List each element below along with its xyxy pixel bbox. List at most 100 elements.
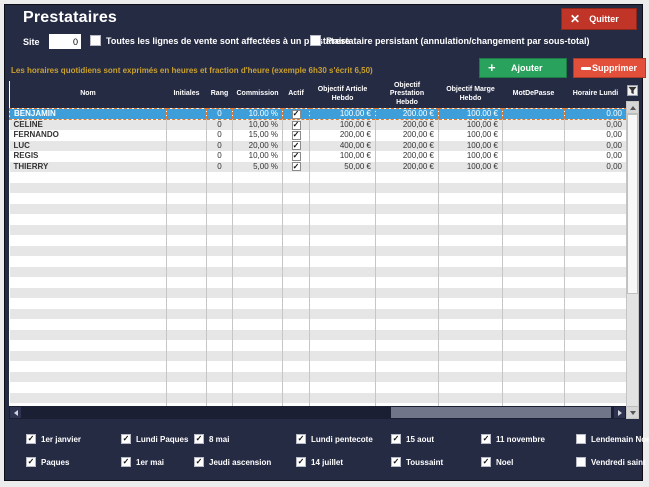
cell-initiales[interactable] (166, 119, 207, 131)
cell-objectif-prestation-hebdo[interactable]: 200,00 € (375, 161, 439, 173)
holiday-15-aout[interactable]: 15 aout (391, 434, 481, 444)
cell-objectif-article-hebdo[interactable]: 100.00 € (309, 108, 376, 121)
cell-actif[interactable] (282, 161, 310, 173)
holiday-checkbox-icon[interactable] (296, 457, 306, 467)
vertical-scrollbar[interactable] (626, 101, 639, 419)
cell-nom[interactable]: THIERRY (9, 161, 167, 173)
cell-objectif-article-hebdo[interactable]: 200,00 € (309, 130, 376, 141)
cell-nom[interactable]: BENJAMIN (9, 108, 167, 121)
column-header-objectif-marge-hebdo[interactable]: Objectif Marge Hebdo (438, 81, 503, 109)
cell-actif[interactable] (282, 119, 310, 131)
holiday-14-juillet[interactable]: 14 juillet (296, 457, 391, 467)
cell-horaire-lundi[interactable]: 0,00 (564, 140, 627, 152)
vertical-scrollbar-thumb[interactable] (627, 114, 638, 294)
horizontal-scrollbar[interactable] (9, 406, 626, 419)
cell-objectif-article-hebdo[interactable]: 400,00 € (309, 140, 376, 152)
cell-actif[interactable] (282, 140, 310, 152)
cell-mot-de-passe[interactable] (502, 151, 565, 162)
cell-objectif-marge-hebdo[interactable]: 100,00 € (438, 130, 503, 141)
cell-horaire-lundi[interactable]: 0,00 (564, 161, 627, 173)
holiday-8-mai[interactable]: 8 mai (194, 434, 296, 444)
holiday-checkbox-icon[interactable] (296, 434, 306, 444)
cell-commission[interactable]: 5,00 % (232, 161, 283, 173)
cell-horaire-lundi[interactable]: 0,00 (564, 130, 627, 141)
cell-commission[interactable]: 10.00 % (232, 108, 283, 121)
actif-checkbox-icon[interactable] (291, 141, 301, 151)
column-header-objectif-prestation-hebdo[interactable]: Objectif Prestation Hebdo (375, 81, 439, 109)
holiday-jeudi-ascension[interactable]: Jeudi ascension (194, 457, 296, 467)
cell-initiales[interactable] (166, 108, 207, 121)
holiday-1er-janvier[interactable]: 1er janvier (26, 434, 121, 444)
table-row[interactable]: FERNANDO015,00 %200,00 €200,00 €100,00 €… (9, 130, 627, 141)
actif-checkbox-icon[interactable] (291, 130, 301, 140)
cell-nom[interactable]: FERNANDO (9, 130, 167, 141)
holiday-paques[interactable]: Paques (26, 457, 121, 467)
holiday-noel[interactable]: Noel (481, 457, 576, 467)
column-header-horaire-lundi[interactable]: Horaire Lundi (564, 81, 627, 109)
cell-mot-de-passe[interactable] (502, 161, 565, 173)
cell-commission[interactable]: 20,00 % (232, 140, 283, 152)
delete-button[interactable]: Supprimer (573, 58, 646, 78)
holiday-toussaint[interactable]: Toussaint (391, 457, 481, 467)
cell-horaire-lundi[interactable]: 0.00 (564, 108, 627, 121)
scroll-right-arrow-icon[interactable] (614, 407, 625, 418)
cell-actif[interactable] (282, 130, 310, 141)
cell-objectif-marge-hebdo[interactable]: 100.00 € (438, 108, 503, 121)
table-row[interactable]: CELINE 010,00 % 100,00 €200,00 €100,00 € 0,… (9, 119, 627, 131)
holiday-checkbox-icon[interactable] (391, 457, 401, 467)
column-header-nom[interactable]: Nom (9, 81, 167, 109)
holiday-lundi-pentecote[interactable]: Lundi pentecote (296, 434, 391, 444)
persistent-provider-checkbox-icon[interactable] (310, 35, 321, 46)
cell-rang[interactable]: 0 (206, 108, 233, 121)
cell-rang[interactable]: 0 (206, 119, 233, 131)
cell-nom[interactable]: REGIS (9, 151, 167, 162)
column-header-actif[interactable]: Actif (282, 81, 310, 109)
holiday-lendemain-noel[interactable]: Lendemain Noel (576, 434, 649, 444)
cell-objectif-marge-hebdo[interactable]: 100,00 € (438, 161, 503, 173)
cell-objectif-article-hebdo[interactable]: 100,00 € (309, 119, 376, 131)
cell-objectif-article-hebdo[interactable]: 100,00 € (309, 151, 376, 162)
cell-nom[interactable]: CELINE (9, 119, 167, 131)
quit-button[interactable]: ✕ Quitter (561, 8, 637, 30)
table-row[interactable]: BENJAMIN 010.00 % 100.00 €200.00 €100.00 €… (9, 108, 627, 121)
holiday-1er-mai[interactable]: 1er mai (121, 457, 194, 467)
holiday-11-novembre[interactable]: 11 novembre (481, 434, 576, 444)
holiday-checkbox-icon[interactable] (576, 457, 586, 467)
cell-commission[interactable]: 15,00 % (232, 130, 283, 141)
cell-objectif-prestation-hebdo[interactable]: 200.00 € (375, 108, 439, 121)
holiday-lundi-paques[interactable]: Lundi Paques (121, 434, 194, 444)
cell-rang[interactable]: 0 (206, 151, 233, 162)
column-header-rang[interactable]: Rang (206, 81, 233, 109)
cell-initiales[interactable] (166, 151, 207, 162)
actif-checkbox-icon[interactable] (291, 109, 301, 119)
holiday-checkbox-icon[interactable] (481, 434, 491, 444)
scroll-down-arrow-icon[interactable] (627, 406, 638, 418)
table-row[interactable]: REGIS 010,00 % 100,00 €200,00 €100,00 € 0,0… (9, 151, 627, 162)
cell-objectif-prestation-hebdo[interactable]: 200,00 € (375, 140, 439, 152)
cell-nom[interactable]: LUC (9, 140, 167, 152)
cell-initiales[interactable] (166, 161, 207, 173)
actif-checkbox-icon[interactable] (291, 151, 301, 161)
column-header-initiales[interactable]: Initiales (166, 81, 207, 109)
site-input[interactable] (49, 34, 81, 49)
cell-objectif-prestation-hebdo[interactable]: 200,00 € (375, 130, 439, 141)
cell-objectif-marge-hebdo[interactable]: 100,00 € (438, 119, 503, 131)
sales-assigned-checkbox-icon[interactable] (90, 35, 101, 46)
holiday-checkbox-icon[interactable] (481, 457, 491, 467)
cell-commission[interactable]: 10,00 % (232, 119, 283, 131)
table-row[interactable]: THIERRY 05,00 % 50,00 €200,00 €100,00 € 0,0… (9, 161, 627, 173)
holiday-checkbox-icon[interactable] (121, 434, 131, 444)
cell-mot-de-passe[interactable] (502, 108, 565, 121)
cell-objectif-marge-hebdo[interactable]: 100,00 € (438, 151, 503, 162)
cell-rang[interactable]: 0 (206, 161, 233, 173)
cell-initiales[interactable] (166, 140, 207, 152)
cell-initiales[interactable] (166, 130, 207, 141)
actif-checkbox-icon[interactable] (291, 120, 301, 130)
holiday-checkbox-icon[interactable] (576, 434, 586, 444)
holiday-checkbox-icon[interactable] (391, 434, 401, 444)
filter-icon[interactable] (627, 85, 638, 96)
cell-objectif-prestation-hebdo[interactable]: 200,00 € (375, 119, 439, 131)
holiday-vendredi-saint[interactable]: Vendredi saint (576, 457, 646, 467)
holiday-checkbox-icon[interactable] (26, 434, 36, 444)
holiday-checkbox-icon[interactable] (194, 457, 204, 467)
